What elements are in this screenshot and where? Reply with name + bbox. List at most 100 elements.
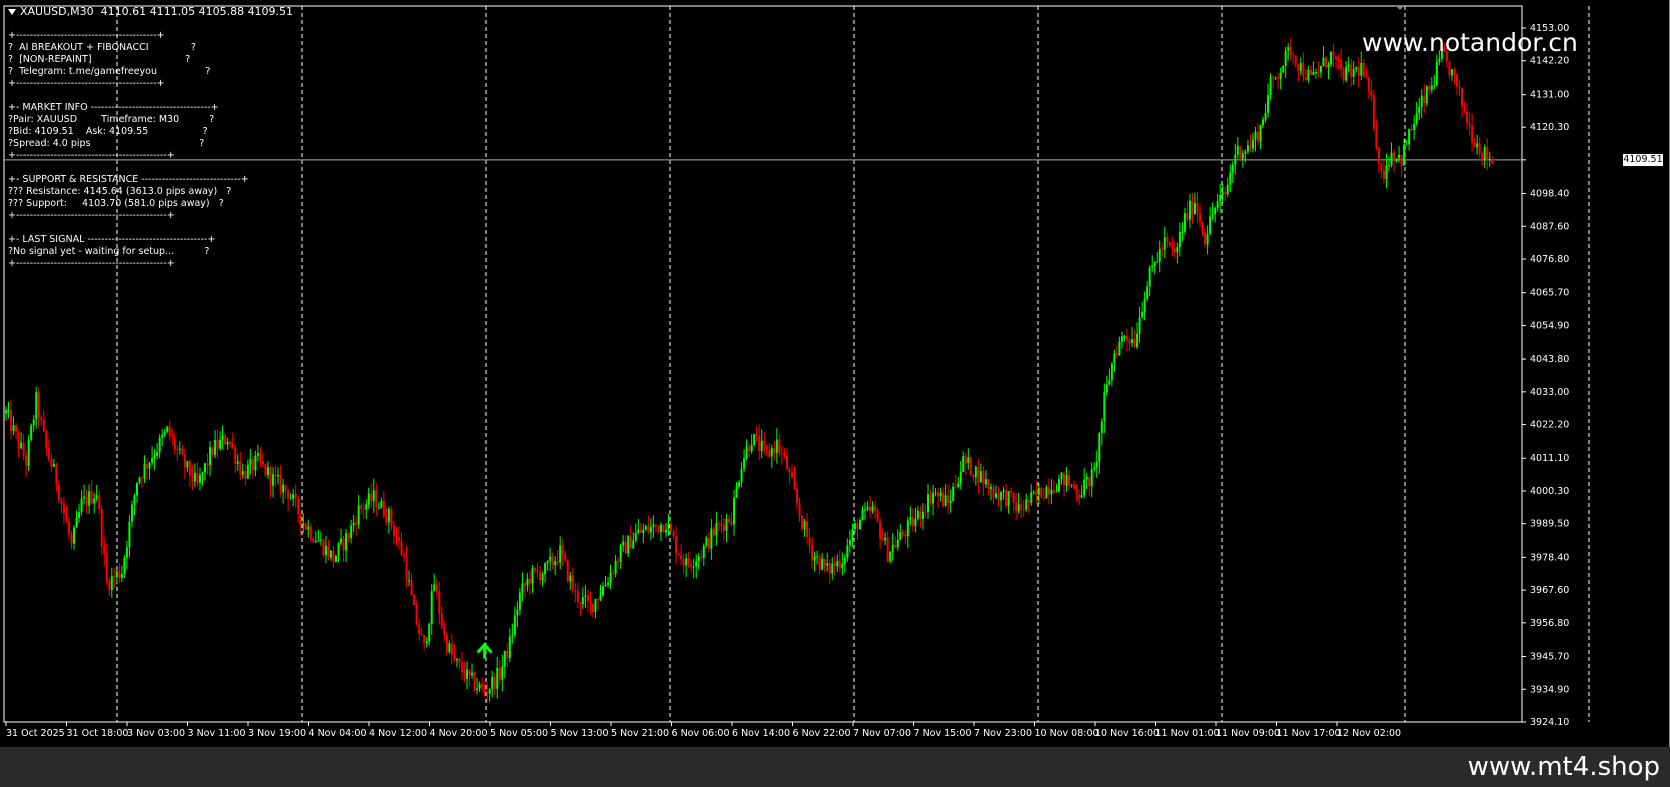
candle-body [818, 556, 821, 570]
candle-body [385, 516, 388, 523]
candle-body [1000, 492, 1003, 501]
candle-body [864, 509, 867, 511]
candle-body [1078, 495, 1081, 498]
candle-body [1161, 248, 1164, 250]
y-tick-label: 4076.80 [1530, 254, 1569, 265]
candle-body [995, 493, 998, 498]
candle-body [521, 583, 524, 593]
candle-body [1314, 71, 1317, 73]
candle-body [1093, 467, 1096, 469]
candle-body [25, 456, 28, 466]
candle-body [775, 439, 778, 453]
candle-body [1052, 489, 1055, 493]
candle-body [1073, 484, 1076, 489]
candle-body [1146, 286, 1149, 299]
candle-body [229, 441, 232, 444]
candle-body [413, 595, 416, 606]
candle-body [596, 599, 599, 601]
candle-body [375, 490, 378, 508]
candle-body [1017, 504, 1020, 512]
candle-body [1060, 472, 1063, 480]
candle-body [926, 494, 929, 513]
scroll-marker-icon[interactable] [1396, 6, 1404, 10]
candle-body [214, 439, 217, 455]
x-tick-label: 7 Nov 15:00 [914, 728, 972, 739]
candle-body [1083, 479, 1086, 496]
x-tick-label: 31 Oct 2025 [6, 728, 65, 739]
candle-body [105, 554, 108, 582]
y-tick-label: 4022.20 [1530, 420, 1569, 431]
candle-body [450, 643, 453, 655]
candle-body [115, 571, 118, 577]
candle-body [196, 472, 199, 483]
candle-body [798, 503, 801, 516]
candle-body [1226, 185, 1229, 195]
candle-body [833, 563, 836, 567]
candle-body [1010, 490, 1013, 493]
chart-window[interactable]: 4153.00 4142.20 4131.00 4120.30 4098.40 4087.… [0, 0, 1670, 747]
candle-body [1259, 125, 1262, 142]
candle-body [506, 650, 509, 658]
candle-body [1095, 461, 1098, 468]
candle-body [1488, 158, 1491, 160]
candle-body [846, 545, 849, 558]
candle-body [715, 523, 718, 536]
candle-body [337, 543, 340, 556]
buy-signal-arrow-icon [476, 642, 493, 659]
candle-body [141, 477, 144, 479]
candle-body [1188, 200, 1191, 220]
candle-body [831, 563, 834, 574]
candle-body [1194, 203, 1197, 215]
candle-body [1450, 69, 1453, 76]
candle-body [1055, 491, 1058, 493]
candle-body [304, 523, 307, 530]
current-price-tag: 4109.51 [1623, 153, 1663, 166]
candle-body [1277, 77, 1280, 79]
candle-body [735, 486, 738, 498]
candle-body [987, 479, 990, 490]
candle-body [773, 448, 776, 453]
candle-body [1070, 484, 1073, 486]
candle-body [652, 524, 655, 528]
watermark-top: www.notandor.cn [1362, 28, 1578, 57]
y-tick-label: 4011.10 [1530, 453, 1569, 464]
candle-body [166, 426, 169, 432]
candle-body [1390, 152, 1393, 165]
candle-body [1080, 495, 1083, 498]
candle-body [564, 554, 567, 560]
info-line: ?Bid: 4109.51 Ask: 4109.55 ? [8, 126, 208, 137]
candle-body [743, 458, 746, 469]
candle-body [1375, 128, 1378, 149]
candle-body [1186, 213, 1189, 220]
candle-body [672, 531, 675, 537]
candle-body [571, 575, 574, 591]
candle-body [1269, 77, 1272, 96]
candle-body [523, 583, 526, 586]
candle-body [768, 450, 771, 457]
candle-body [191, 475, 194, 482]
candle-body [198, 474, 201, 483]
candle-body [1284, 50, 1287, 67]
y-tick-label: 3989.50 [1530, 519, 1569, 530]
candle-body [755, 433, 758, 437]
info-line: ??? Resistance: 4145.64 (3613.0 pips awa… [8, 186, 232, 197]
candle-body [370, 493, 373, 502]
candle-body [657, 525, 660, 533]
candle-body [753, 433, 756, 446]
candle-body [146, 463, 149, 469]
candle-body [57, 484, 60, 500]
candle-body [944, 495, 947, 506]
candle-body [171, 436, 174, 438]
candle-body [632, 540, 635, 549]
candle-body [957, 483, 960, 487]
chart-menu-triangle-icon[interactable] [8, 9, 16, 15]
y-tick-label: 4131.00 [1530, 90, 1569, 101]
candle-body [1206, 234, 1209, 245]
candle-body [1468, 123, 1471, 126]
candle-body [1118, 341, 1121, 355]
candle-body [518, 592, 521, 610]
info-line: +---------------------------------------… [8, 210, 175, 221]
candle-body [677, 553, 680, 556]
candlestick-chart[interactable]: 4153.004142.204131.004120.304098.404087.… [0, 0, 1670, 747]
candle-body [1012, 492, 1015, 503]
